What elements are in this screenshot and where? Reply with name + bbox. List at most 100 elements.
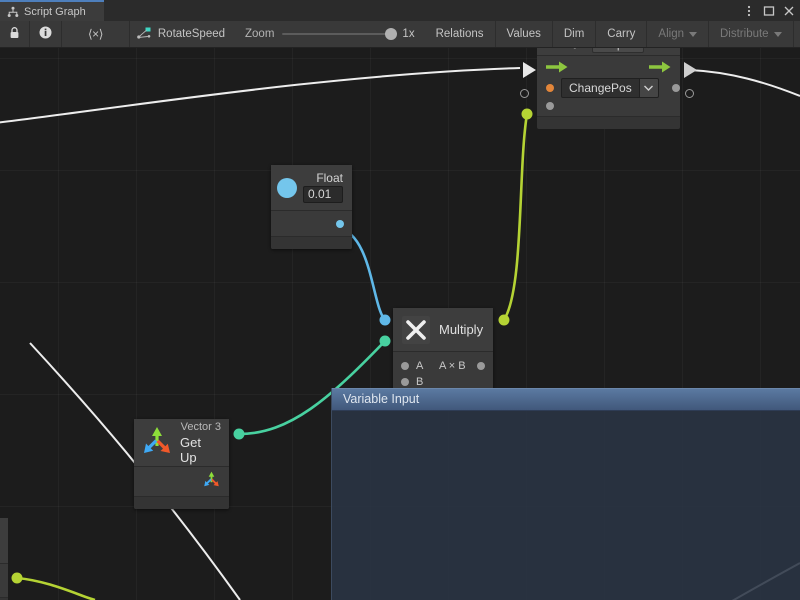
- multiply-input-a-port[interactable]: [401, 362, 409, 370]
- multiply-header: Multiply: [393, 308, 493, 352]
- values-button[interactable]: Values: [496, 21, 553, 47]
- node-vector3-get-up[interactable]: Vector 3 Get Up: [134, 419, 229, 509]
- float-value-field[interactable]: 0.01: [303, 186, 343, 203]
- variable-input-title: Variable Input: [343, 392, 419, 406]
- align-label: Align: [658, 28, 684, 40]
- vector3-body: [134, 467, 229, 497]
- changepos-graph-pill[interactable]: Graph: [592, 48, 645, 53]
- float-body: [271, 211, 352, 237]
- values-label: Values: [507, 28, 541, 40]
- lock-icon: [9, 26, 20, 42]
- changepos-secondary-port[interactable]: [546, 102, 554, 110]
- variable-input-panel[interactable]: Variable Input: [331, 388, 800, 600]
- dim-button[interactable]: Dim: [553, 21, 596, 47]
- partial-node-body: [0, 564, 8, 598]
- carry-button[interactable]: Carry: [596, 21, 647, 47]
- node-partial-offscreen[interactable]: [0, 518, 8, 600]
- more-options-button[interactable]: [740, 0, 758, 21]
- float-footer: [271, 237, 352, 249]
- wire-endpoint-multiply-a: [380, 315, 391, 326]
- script-graph-window: Script Graph: [0, 0, 800, 600]
- changepos-header: Graph: [537, 48, 680, 56]
- changepos-external-input-port[interactable]: [520, 89, 529, 98]
- zoom-slider[interactable]: [282, 33, 394, 35]
- wire-bottom-left: [17, 578, 95, 600]
- flow-arrow-in-icon[interactable]: [546, 61, 568, 73]
- changepos-output-port[interactable]: [672, 84, 680, 92]
- node-float[interactable]: Float 0.01: [271, 165, 352, 249]
- vector3-header: Vector 3 Get Up: [134, 419, 229, 467]
- flow-output-triangle[interactable]: [684, 62, 697, 78]
- zoom-label: Zoom: [245, 28, 274, 40]
- zoom-slider-handle[interactable]: [385, 28, 397, 40]
- graph-node-icon: [573, 48, 587, 52]
- changepos-input-port[interactable]: [546, 84, 554, 92]
- code-view-button[interactable]: ⟨×⟩: [62, 21, 130, 47]
- node-change-pos[interactable]: Graph: [537, 48, 680, 129]
- float-output-port[interactable]: [336, 220, 344, 228]
- script-graph-icon: [7, 6, 19, 18]
- graph-name-field[interactable]: RotateSpeed: [130, 21, 235, 47]
- control-wire-out: [690, 70, 800, 96]
- flow-input-triangle[interactable]: [523, 62, 536, 78]
- wire-endpoint-changepos-in: [522, 109, 533, 120]
- multiply-x-icon: [402, 316, 430, 344]
- graph-node-icon: [137, 27, 151, 42]
- vector3-footer: [134, 497, 229, 509]
- variable-input-panel-body[interactable]: [332, 411, 800, 600]
- control-wire-in: [0, 68, 520, 123]
- changepos-flow-row: [537, 56, 680, 75]
- wire-endpoint-multiply-b: [380, 336, 391, 347]
- multiply-output-port[interactable]: [477, 362, 485, 370]
- chevron-down-icon[interactable]: [640, 78, 659, 98]
- changepos-external-output-port[interactable]: [685, 89, 694, 98]
- multiply-output-label: A × B: [439, 360, 466, 372]
- window-controls: [740, 0, 798, 21]
- variable-input-panel-header[interactable]: Variable Input: [332, 388, 800, 411]
- multiply-input-b-label: B: [416, 376, 424, 388]
- wire-endpoint-multiply-out: [499, 315, 510, 326]
- close-button[interactable]: [780, 0, 798, 21]
- changepos-body: ChangePos: [537, 56, 680, 117]
- vector3-axis-icon: [140, 424, 174, 461]
- vector3-subtitle: Vector 3: [181, 420, 221, 435]
- info-icon: [39, 26, 52, 42]
- float-title: Float: [316, 172, 343, 185]
- window-titlebar: Script Graph: [0, 0, 800, 21]
- zoom-value-label: 1x: [402, 28, 414, 40]
- changepos-footer: [537, 117, 680, 129]
- maximize-button[interactable]: [760, 0, 778, 21]
- relations-button[interactable]: Relations: [425, 21, 496, 47]
- lock-toggle-button[interactable]: [0, 21, 30, 47]
- overview-button[interactable]: Overview: [794, 21, 800, 47]
- wire-endpoint-bottom-left: [12, 573, 23, 584]
- multiply-row-a: A A × B: [401, 358, 485, 374]
- wire-multiply-to-changepos: [504, 114, 527, 320]
- distribute-dropdown-button[interactable]: Distribute: [709, 21, 794, 47]
- changepos-variable-row: ChangePos: [537, 75, 680, 101]
- float-header: Float 0.01: [271, 165, 352, 211]
- code-brackets-label: ⟨×⟩: [88, 27, 103, 41]
- dim-label: Dim: [564, 28, 584, 40]
- multiply-input-a-label: A: [416, 360, 424, 372]
- multiply-input-b-port[interactable]: [401, 378, 409, 386]
- graph-canvas[interactable]: Graph: [0, 48, 800, 600]
- carry-label: Carry: [607, 28, 635, 40]
- graph-name-label: RotateSpeed: [158, 28, 225, 40]
- graph-toolbar: ⟨×⟩ RotateSpeed Zoom 1x Relations Values…: [0, 21, 800, 48]
- changepos-variable-name: ChangePos: [561, 78, 640, 98]
- chevron-down-icon: [689, 32, 697, 37]
- flow-arrow-out-icon[interactable]: [649, 61, 671, 73]
- multiply-title: Multiply: [439, 322, 483, 337]
- tab-script-graph[interactable]: Script Graph: [0, 0, 104, 21]
- float-circle-icon: [277, 178, 297, 198]
- vector3-output-axis-icon[interactable]: [202, 470, 221, 494]
- info-button[interactable]: [30, 21, 62, 47]
- zoom-control[interactable]: Zoom 1x: [235, 21, 425, 47]
- align-dropdown-button[interactable]: Align: [647, 21, 709, 47]
- vector3-title: Get Up: [180, 435, 221, 465]
- changepos-variable-dropdown[interactable]: ChangePos: [561, 78, 659, 98]
- distribute-label: Distribute: [720, 28, 769, 40]
- chevron-down-icon: [774, 32, 782, 37]
- relations-label: Relations: [436, 28, 484, 40]
